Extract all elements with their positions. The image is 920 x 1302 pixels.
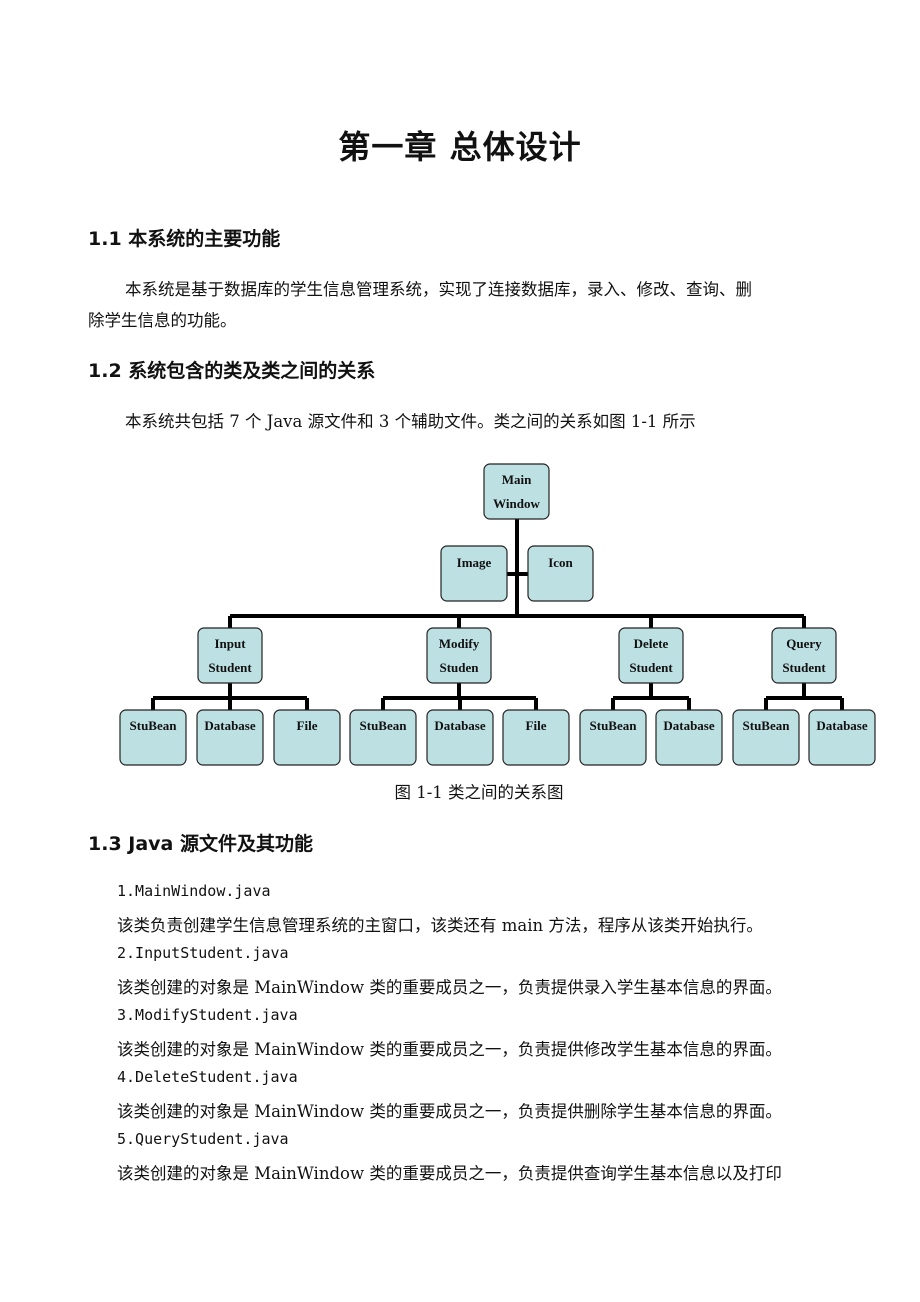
box-label: Student — [782, 660, 826, 675]
box-label: StuBean — [360, 718, 408, 733]
box-label: Database — [663, 718, 715, 733]
box-label: Image — [457, 555, 492, 570]
box-label: Database — [434, 718, 486, 733]
leaf-stubean: StuBean — [119, 709, 187, 766]
leaf-stubean: StuBean — [579, 709, 647, 766]
leaf-database: Database — [655, 709, 723, 766]
leaf-stubean: StuBean — [349, 709, 417, 766]
box-label: Delete — [634, 636, 669, 651]
figure-caption: 图 1-1 类之间的关系图 — [394, 783, 564, 802]
node-modify-studen: Modify Studen — [426, 627, 492, 684]
node-delete-student: Delete Student — [618, 627, 684, 684]
node-icon: Icon — [527, 545, 594, 602]
leaf-database: Database — [196, 709, 264, 766]
node-input-student: Input Student — [197, 627, 263, 684]
file-desc-5: 该类创建的对象是 MainWindow 类的重要成员之一，负责提供查询学生基本信… — [117, 1164, 782, 1183]
file-desc-1: 该类负责创建学生信息管理系统的主窗口，该类还有 main 方法，程序从该类开始执… — [117, 916, 763, 935]
file-desc-4: 该类创建的对象是 MainWindow 类的重要成员之一，负责提供删除学生基本信… — [117, 1102, 782, 1121]
leaf-database: Database — [426, 709, 494, 766]
node-query-student: Query Student — [771, 627, 837, 684]
leaf-stubean: StuBean — [732, 709, 800, 766]
leaf-file: File — [273, 709, 341, 766]
file-name-4: 4.DeleteStudent.java — [117, 1068, 298, 1086]
box-label: Database — [204, 718, 256, 733]
class-relationship-diagram: Main Window Image Icon Input Student StuBean Da… — [119, 463, 876, 766]
box-label: Query — [786, 636, 822, 651]
leaf-file: File — [502, 709, 570, 766]
file-name-1: 1.MainWindow.java — [117, 882, 271, 900]
box-label: StuBean — [590, 718, 638, 733]
file-desc-2: 该类创建的对象是 MainWindow 类的重要成员之一，负责提供录入学生基本信… — [117, 978, 782, 997]
file-name-5: 5.QueryStudent.java — [117, 1130, 289, 1148]
box-label: Database — [816, 718, 868, 733]
section-heading-1-3: 1.3 Java 源文件及其功能 — [88, 833, 313, 855]
node-image: Image — [440, 545, 508, 602]
box-label: File — [297, 718, 318, 733]
file-desc-3: 该类创建的对象是 MainWindow 类的重要成员之一，负责提供修改学生基本信… — [117, 1040, 782, 1059]
box-label: File — [526, 718, 547, 733]
node-main-window: Main Window — [483, 463, 550, 520]
leaf-database: Database — [808, 709, 876, 766]
box-label: Student — [629, 660, 673, 675]
box-label: Input — [214, 636, 246, 651]
box-label: Icon — [548, 555, 573, 570]
box-label: Main — [502, 472, 532, 487]
file-name-3: 3.ModifyStudent.java — [117, 1006, 298, 1024]
box-label: StuBean — [130, 718, 178, 733]
box-label: Student — [208, 660, 252, 675]
box-label: Window — [493, 496, 540, 511]
box-label: Studen — [439, 660, 479, 675]
box-label: StuBean — [743, 718, 791, 733]
file-name-2: 2.InputStudent.java — [117, 944, 289, 962]
box-label: Modify — [439, 636, 480, 651]
